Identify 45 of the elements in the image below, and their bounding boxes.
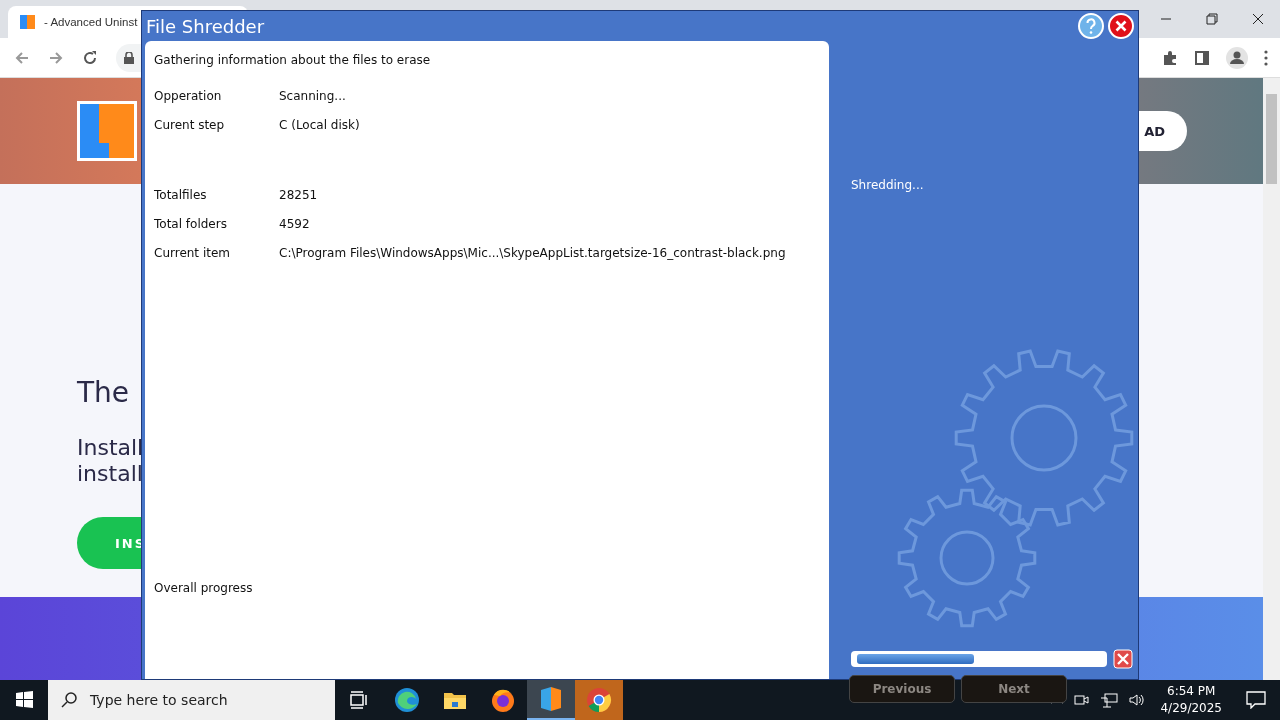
network-icon[interactable] bbox=[1100, 692, 1119, 708]
reload-icon[interactable] bbox=[82, 49, 98, 66]
app-logo-icon bbox=[77, 101, 137, 161]
menu-icon[interactable] bbox=[1264, 49, 1268, 66]
edge-icon[interactable] bbox=[394, 687, 420, 713]
page-heading: The bbox=[77, 376, 131, 409]
detail-value: C:\Program Files\WindowsApps\Mic...\SkypeAppList.targetsize-16_contrast-black.png bbox=[279, 246, 786, 260]
detail-value: 4592 bbox=[279, 217, 310, 231]
shredding-status: Shredding... bbox=[851, 178, 925, 192]
detail-label: Current item bbox=[154, 246, 231, 260]
lock-icon bbox=[124, 51, 134, 64]
cancel-icon[interactable] bbox=[1113, 649, 1133, 669]
detail-label: Totalfiles bbox=[154, 188, 208, 202]
detail-value: Scanning... bbox=[279, 89, 346, 103]
detail-value: C (Local disk) bbox=[279, 118, 360, 132]
page-text: install bbox=[77, 461, 144, 487]
close-icon[interactable] bbox=[1252, 13, 1264, 25]
app-logo-icon bbox=[20, 14, 36, 30]
restore-icon[interactable] bbox=[1206, 13, 1218, 25]
chrome-icon[interactable] bbox=[586, 687, 612, 713]
forward-icon[interactable] bbox=[48, 49, 64, 66]
profile-icon[interactable] bbox=[1226, 46, 1248, 69]
clock-date: 4/29/2025 bbox=[1160, 700, 1222, 717]
clock-time: 6:54 PM bbox=[1167, 683, 1216, 700]
overall-progress-label: Overall progress bbox=[154, 581, 254, 595]
camera-icon[interactable] bbox=[1074, 692, 1091, 708]
status-text: Gathering information about the files to erase bbox=[154, 53, 432, 67]
help-icon[interactable] bbox=[1078, 13, 1104, 39]
scrollbar[interactable] bbox=[1263, 78, 1280, 680]
detail-value: 28251 bbox=[279, 188, 318, 202]
task-view-icon[interactable] bbox=[349, 691, 369, 709]
notification-icon[interactable] bbox=[1246, 691, 1266, 709]
volume-icon[interactable] bbox=[1128, 692, 1147, 708]
sidebar-icon[interactable] bbox=[1194, 49, 1210, 66]
box-icon[interactable] bbox=[539, 686, 563, 712]
search-icon bbox=[60, 691, 78, 709]
back-icon[interactable] bbox=[14, 49, 30, 66]
search-field[interactable]: Type here to search bbox=[48, 680, 335, 720]
page-text: Install bbox=[77, 435, 145, 461]
detail-label: Opperation bbox=[154, 89, 223, 103]
folder-icon[interactable] bbox=[443, 690, 467, 710]
detail-label: Curent step bbox=[154, 118, 226, 132]
detail-label: Total folders bbox=[154, 217, 228, 231]
firefox-icon[interactable] bbox=[490, 687, 516, 713]
puzzle-icon[interactable] bbox=[1162, 49, 1178, 66]
